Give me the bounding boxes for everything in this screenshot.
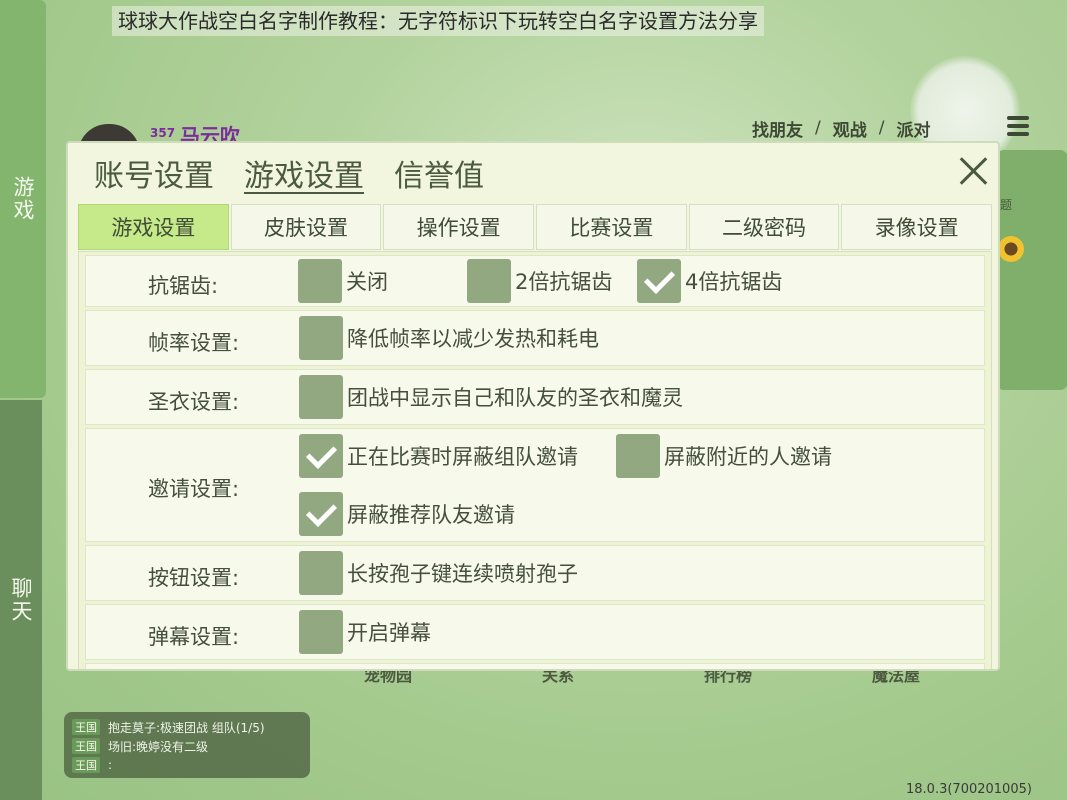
option-label: 屏蔽推荐队友邀请 [347,503,515,527]
chat-line: 王国 场旧:晚婷没有二级 [72,737,302,755]
subtab-secondary-password[interactable]: 二级密码 [688,204,840,250]
checkbox-checked[interactable] [299,492,343,536]
hamburger-menu-icon[interactable] [1007,116,1029,138]
nav-separator: / [878,118,885,138]
checkbox[interactable] [298,259,342,303]
settings-dialog: 账号设置 游戏设置 信誉值 游戏设置 皮肤设置 操作设置 比赛设置 二级密码 录… [66,141,1000,671]
chat-message: : [108,758,113,772]
checkbox-checked[interactable] [637,259,681,303]
article-caption: 球球大作战空白名字制作教程：无字符标识下玩转空白名字设置方法分享 [112,6,764,36]
top-nav: 找朋友 / 观战 / 派对 [752,114,930,142]
subtab-replay-settings[interactable]: 录像设置 [841,204,993,250]
chat-channel-tag: 王国 [72,738,100,754]
dialog-tabs: 账号设置 游戏设置 信誉值 [94,151,514,195]
chat-line: 王国 抱走莫子:极速团战 组队(1/5) [72,718,302,736]
option-antialias-off[interactable]: 关闭 [298,259,388,303]
chat-channel-tag: 王国 [72,757,100,773]
checkbox[interactable] [299,316,343,360]
subtab-match-settings[interactable]: 比赛设置 [536,204,687,250]
setting-label: 抗锯齿: [148,274,219,298]
rail-tab-chat-label: 聊天 [9,577,33,623]
setting-row-invite: 邀请设置: 正在比赛时屏蔽组队邀请 屏蔽附近的人邀请 屏蔽推荐队友邀请 [85,428,985,542]
option-label: 屏蔽附近的人邀请 [664,445,832,469]
setting-row-partial [85,663,985,669]
setting-row-antialias: 抗锯齿: 关闭 2倍抗锯齿 4倍抗锯齿 [85,255,985,307]
option-hold-spore-button[interactable]: 长按孢子键连续喷射孢子 [299,551,578,595]
chat-box[interactable]: 王国 抱走莫子:极速团战 组队(1/5) 王国 场旧:晚婷没有二级 王国 : [64,712,310,778]
side-panel-text: 题 [1000,198,1013,212]
tab-game-settings[interactable]: 游戏设置 [244,151,364,195]
checkbox[interactable] [299,610,343,654]
side-panel-peek[interactable] [996,150,1067,390]
option-label: 关闭 [346,270,388,294]
setting-label: 按钮设置: [148,566,240,590]
sunflower-icon [998,236,1024,262]
option-block-team-invite-in-match[interactable]: 正在比赛时屏蔽组队邀请 [299,434,578,478]
option-label: 开启弹幕 [347,621,431,645]
chat-message: 场旧:晚婷没有二级 [108,739,209,754]
subtab-bar: 游戏设置 皮肤设置 操作设置 比赛设置 二级密码 录像设置 [78,204,993,250]
chat-message: 抱走莫子:极速团战 组队(1/5) [108,720,265,735]
player-level: 357 [150,126,176,140]
option-block-nearby-invite[interactable]: 屏蔽附近的人邀请 [616,434,832,478]
subtab-control-settings[interactable]: 操作设置 [383,204,535,250]
option-reduce-framerate[interactable]: 降低帧率以减少发热和耗电 [299,316,599,360]
option-block-recommended-invite[interactable]: 屏蔽推荐队友邀请 [299,492,515,536]
chat-line: 王国 : [72,756,302,774]
version-text: 18.0.3(700201005) [906,782,1032,797]
option-label: 团战中显示自己和队友的圣衣和魔灵 [347,386,683,410]
nav-separator: / [815,118,821,138]
rail-tab-chat[interactable]: 聊天 [0,400,42,800]
checkbox[interactable] [299,375,343,419]
close-icon[interactable] [956,153,992,189]
option-antialias-4x[interactable]: 4倍抗锯齿 [637,259,782,303]
option-label: 长按孢子键连续喷射孢子 [347,562,578,586]
option-label: 正在比赛时屏蔽组队邀请 [347,445,578,469]
option-label: 2倍抗锯齿 [515,270,613,294]
setting-row-barrage: 弹幕设置: 开启弹幕 [85,604,985,660]
party-link[interactable]: 派对 [896,116,930,141]
setting-row-button: 按钮设置: 长按孢子键连续喷射孢子 [85,545,985,601]
checkbox-checked[interactable] [299,434,343,478]
setting-label: 帧率设置: [148,331,240,355]
option-label: 降低帧率以减少发热和耗电 [347,327,599,351]
checkbox[interactable] [467,259,511,303]
rail-tab-game[interactable]: 游戏 [0,0,46,398]
checkbox[interactable] [616,434,660,478]
subtab-skin-settings[interactable]: 皮肤设置 [230,204,382,250]
watch-link[interactable]: 观战 [833,116,867,141]
tab-credit-score[interactable]: 信誉值 [394,151,484,195]
tab-account-settings[interactable]: 账号设置 [94,151,214,195]
setting-label: 圣衣设置: [148,390,240,414]
find-friends-link[interactable]: 找朋友 [752,116,803,141]
chat-channel-tag: 王国 [72,719,100,735]
settings-panel: 抗锯齿: 关闭 2倍抗锯齿 4倍抗锯齿 帧率设置: 降低帧率以减少发热和耗电 圣… [78,251,992,669]
setting-row-jersey: 圣衣设置: 团战中显示自己和队友的圣衣和魔灵 [85,369,985,425]
setting-label: 邀请设置: [148,477,240,501]
subtab-game-settings[interactable]: 游戏设置 [78,204,229,250]
option-antialias-2x[interactable]: 2倍抗锯齿 [467,259,612,303]
checkbox[interactable] [299,551,343,595]
setting-label: 弹幕设置: [148,625,240,649]
option-enable-barrage[interactable]: 开启弹幕 [299,610,431,654]
rail-tab-game-label: 游戏 [11,176,35,222]
option-label: 4倍抗锯齿 [685,270,783,294]
setting-row-framerate: 帧率设置: 降低帧率以减少发热和耗电 [85,310,985,366]
left-rail: 游戏 聊天 [0,0,46,800]
option-show-jersey[interactable]: 团战中显示自己和队友的圣衣和魔灵 [299,375,683,419]
